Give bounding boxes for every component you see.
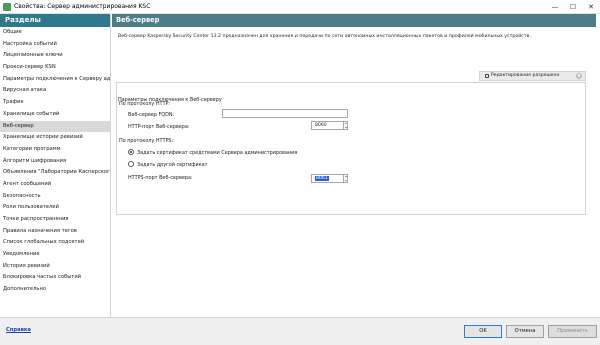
sidebar-item-connection-settings[interactable]: Параметры подключения к Серверу админи <box>0 74 110 86</box>
apply-button[interactable]: Применить <box>548 325 597 338</box>
admin-cert-option-label: Задать сертификат средствами Сервера адм… <box>137 150 298 156</box>
sections-sidebar: Разделы Общие Настройка событий Лицензио… <box>0 14 111 317</box>
sidebar-item-general[interactable]: Общие <box>0 27 110 39</box>
sidebar-item-global-subnets[interactable]: Список глобальных подсетей <box>0 237 110 249</box>
sidebar-item-distribution-points[interactable]: Точки распространения <box>0 214 110 226</box>
sidebar-item-frequent-events-blocking[interactable]: Блокировка частых событий <box>0 272 110 284</box>
web-server-description: Веб-сервер Kaspersky Security Center 13.… <box>118 34 531 39</box>
sidebar-item-license-keys[interactable]: Лицензионные ключи <box>0 50 110 62</box>
ok-button[interactable]: OK <box>464 325 502 338</box>
window-title: Свойства: Сервер администрирования KSC <box>14 3 151 10</box>
sidebar-item-revision-history-storage[interactable]: Хранилище истории ревизий <box>0 132 110 144</box>
sidebar-item-security[interactable]: Безопасность <box>0 191 110 203</box>
http-port-field[interactable]: 8060 <box>311 121 348 130</box>
fqdn-input[interactable] <box>222 109 348 118</box>
sidebar-item-event-repository[interactable]: Хранилище событий <box>0 109 110 121</box>
http-section-label: По протоколу HTTP: <box>119 101 171 107</box>
sidebar-item-encryption-algorithm[interactable]: Алгоритм шифрования <box>0 156 110 168</box>
title-bar: Свойства: Сервер администрирования KSC —… <box>0 0 600 14</box>
other-cert-option-label: Задать другой сертификат <box>137 162 208 168</box>
http-port-spinner[interactable] <box>343 121 348 130</box>
lock-icon <box>485 74 489 78</box>
https-port-spinner[interactable] <box>343 174 348 183</box>
chevron-down-icon[interactable]: ▼ <box>576 73 582 79</box>
app-icon <box>3 3 11 11</box>
https-port-field[interactable]: 8061 <box>311 174 348 183</box>
sidebar-item-tagging-rules[interactable]: Правила назначения тегов <box>0 226 110 238</box>
sidebar-item-kaspersky-announcements[interactable]: Объявления "Лаборатории Касперского" <box>0 167 110 179</box>
sidebar-header: Разделы <box>0 14 110 27</box>
https-port-value: 8061 <box>315 176 329 181</box>
sidebar-item-notification[interactable]: Уведомление <box>0 249 110 261</box>
edit-permission-dropdown[interactable]: Редактирование разрешено ▼ <box>479 71 586 81</box>
sidebar-item-revision-history[interactable]: История ревизий <box>0 261 110 273</box>
sidebar-item-advanced[interactable]: Дополнительно <box>0 284 110 296</box>
sidebar-item-web-server[interactable]: Веб-сервер <box>0 120 110 133</box>
sidebar-item-message-agent[interactable]: Агент сообщений <box>0 179 110 191</box>
cancel-button[interactable]: Отмена <box>506 325 544 338</box>
sidebar-item-virus-outbreak[interactable]: Вирусная атака <box>0 85 110 97</box>
fqdn-label: Веб-сервер FQDN: <box>128 112 175 118</box>
close-icon[interactable]: ✕ <box>582 0 600 14</box>
maximize-icon[interactable]: ☐ <box>564 0 582 14</box>
admin-cert-radio[interactable] <box>128 149 134 155</box>
sidebar-item-user-roles[interactable]: Роли пользователей <box>0 202 110 214</box>
http-port-label: HTTP-порт Веб-сервера: <box>128 124 190 130</box>
sidebar-item-application-categories[interactable]: Категории программ <box>0 144 110 156</box>
page-title: Веб-сервер <box>112 14 596 27</box>
minimize-icon[interactable]: — <box>546 0 564 14</box>
https-section-label: По протоколу HTTPS: <box>119 138 174 144</box>
sidebar-item-traffic[interactable]: Трафик <box>0 97 110 109</box>
http-port-value: 8060 <box>315 123 327 128</box>
sidebar-item-ksn-proxy[interactable]: Прокси-сервер KSN <box>0 62 110 74</box>
edit-permission-label: Редактирование разрешено <box>491 73 560 78</box>
sidebar-item-event-configuration[interactable]: Настройка событий <box>0 39 110 51</box>
help-link[interactable]: Справка <box>6 327 31 333</box>
other-cert-radio[interactable] <box>128 161 134 167</box>
dialog-footer: Справка OK Отмена Применить <box>0 317 600 345</box>
https-port-label: HTTPS-порт Веб-сервера: <box>128 175 193 181</box>
web-server-panel: Веб-сервер Веб-сервер Kaspersky Security… <box>112 14 596 317</box>
